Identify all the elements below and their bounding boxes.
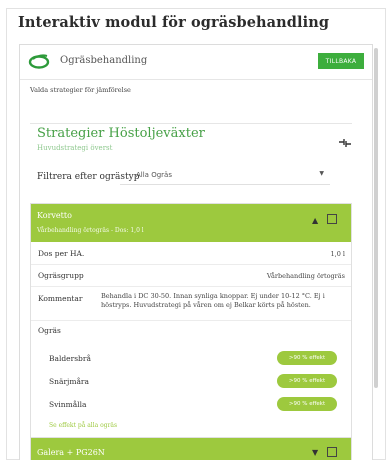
strategy-card: Korvetto Vårbehandling örtogräs - Dos: 1…	[30, 203, 352, 460]
weed-name: Snärjmåra	[49, 377, 89, 386]
weed-name: Baldersbrå	[49, 354, 91, 363]
comment-value: Behandla i DC 30-50. Innan synliga knopp…	[101, 292, 325, 309]
card-header[interactable]: Korvetto Vårbehandling örtogräs - Dos: 1…	[31, 204, 351, 242]
effect-badge: >90 % effekt	[277, 374, 337, 388]
weed-row: Snärjmåra >90 % effekt	[31, 371, 351, 393]
group-row: Ogräsgrupp Vårbehandling örtogräs	[31, 264, 351, 287]
strategy-card: Galera + PG26N ▼	[30, 437, 352, 460]
group-value: Vårbehandling örtogräs	[266, 272, 345, 280]
card-meta: Vårbehandling örtogräs - Dos: 1,0 l	[37, 227, 144, 234]
panel-header: Ogräsbehandling TILLBAKA	[20, 45, 372, 80]
weed-name: Svinmålla	[49, 400, 87, 409]
collapse-arrows-icon[interactable]	[338, 138, 352, 148]
selected-strategies-area	[30, 97, 352, 124]
chevron-down-icon[interactable]: ▼	[312, 448, 318, 457]
strategy-subtitle: Huvudstrategi överst	[37, 144, 113, 152]
page-title: Interaktiv modul för ogräsbehandling	[18, 14, 330, 31]
comment-row: Kommentar Behandla i DC 30-50. Innan syn…	[31, 286, 351, 321]
see-all-weeds-link[interactable]: Se effekt på alla ogräs	[49, 422, 117, 429]
effect-badge: >90 % effekt	[277, 351, 337, 365]
selected-strategies-label: Valda strategier för jämförelse	[30, 86, 131, 94]
comment-label: Kommentar	[38, 294, 83, 303]
dose-label: Dos per HA.	[38, 249, 85, 258]
panel-title: Ogräsbehandling	[60, 55, 148, 66]
weed-type-select[interactable]: Alla Ogräs ▼	[120, 166, 330, 185]
logo-icon	[28, 54, 50, 69]
dose-row: Dos per HA. 1,0 l	[31, 242, 351, 265]
filter-value: Alla Ogräs	[136, 171, 172, 179]
card-header[interactable]: Galera + PG26N ▼	[31, 438, 351, 460]
scrollbar[interactable]	[374, 48, 378, 388]
card-name: Galera + PG26N	[37, 448, 105, 457]
back-button[interactable]: TILLBAKA	[318, 53, 364, 69]
weeds-label: Ogräs	[38, 326, 61, 335]
chevron-up-icon[interactable]: ▲	[312, 216, 318, 225]
compare-checkbox[interactable]	[327, 447, 337, 457]
weed-row: Baldersbrå >90 % effekt	[31, 348, 351, 370]
strategy-title: Strategier Höstoljeväxter	[37, 126, 205, 141]
group-label: Ogräsgrupp	[38, 271, 84, 280]
effect-badge: >90 % effekt	[277, 397, 337, 411]
caret-down-icon: ▼	[319, 170, 324, 177]
weed-row: Svinmålla >90 % effekt	[31, 394, 351, 416]
weeds-header-row: Ogräs	[31, 320, 351, 340]
compare-checkbox[interactable]	[327, 214, 337, 224]
card-name: Korvetto	[37, 211, 72, 220]
dose-value: 1,0 l	[330, 250, 345, 258]
module-panel: Ogräsbehandling TILLBAKA Valda strategie…	[19, 44, 373, 460]
